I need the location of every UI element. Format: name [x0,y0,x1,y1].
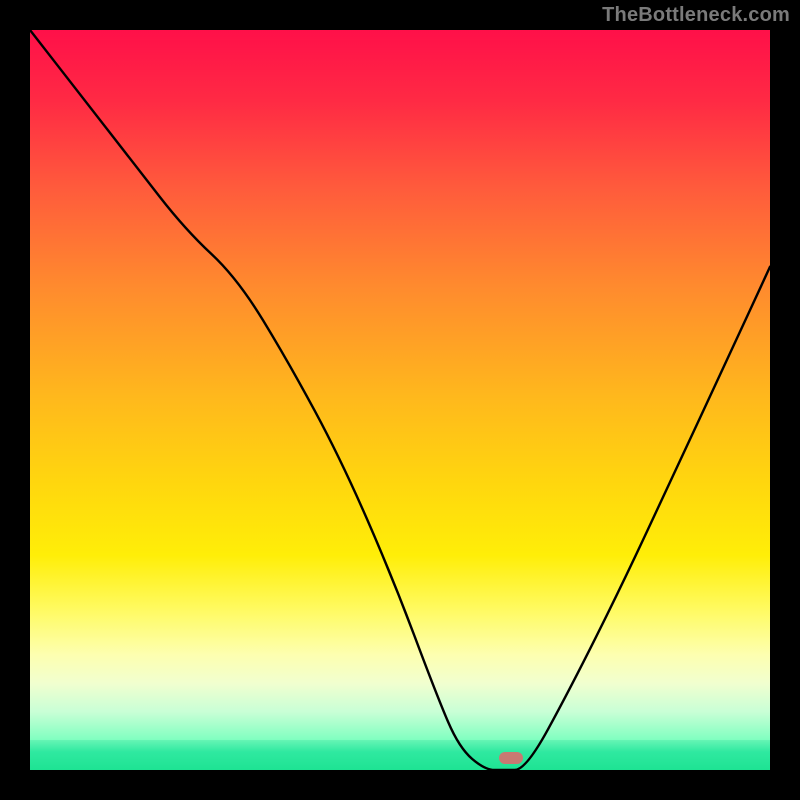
plot-area [30,30,770,770]
chart-frame: TheBottleneck.com [0,0,800,800]
curve-layer [30,30,770,770]
optimum-marker [499,752,523,764]
bottleneck-curve [30,30,770,770]
watermark-text: TheBottleneck.com [602,4,790,27]
